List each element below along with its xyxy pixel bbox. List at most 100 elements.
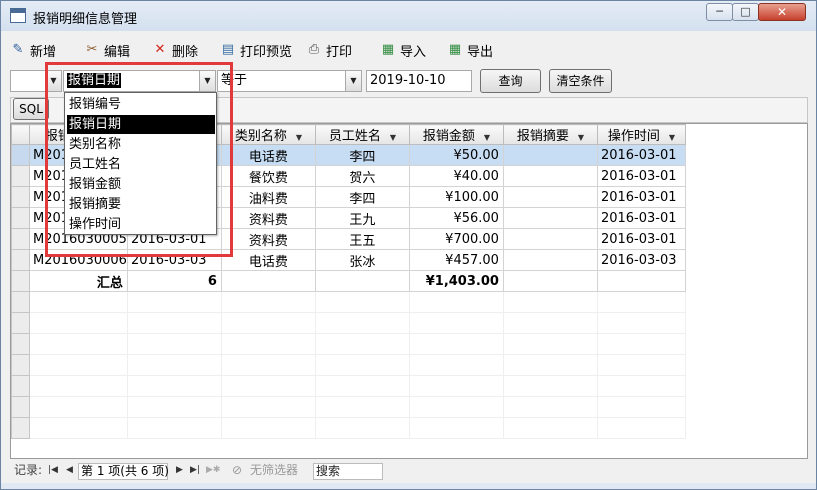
table-cell[interactable] xyxy=(502,165,598,187)
toolbar-button-add[interactable]: ✎ 新增 xyxy=(10,39,68,61)
empty-cell xyxy=(314,354,410,376)
table-cell[interactable]: 2016-03-01 xyxy=(596,207,686,229)
toolbar-button-print-preview[interactable]: ▤ 打印预览 xyxy=(220,39,300,61)
table-cell[interactable] xyxy=(502,207,598,229)
table-cell[interactable] xyxy=(502,186,598,208)
table-cell[interactable]: ¥700.00 xyxy=(408,228,504,250)
table-cell[interactable]: 王九 xyxy=(314,207,410,229)
sort-filter-arrow-icon[interactable]: ▼ xyxy=(578,133,584,142)
table-cell[interactable]: 李四 xyxy=(314,144,410,166)
table-cell[interactable]: 资料费 xyxy=(220,228,316,250)
date-value-input[interactable]: 2019-10-10 xyxy=(366,70,472,92)
empty-cell xyxy=(596,417,686,439)
table-cell[interactable] xyxy=(502,144,598,166)
table-cell[interactable]: ¥100.00 xyxy=(408,186,504,208)
previous-record-icon[interactable]: ◀ xyxy=(66,463,73,480)
toolbar-button-delete[interactable]: ✕ 删除 xyxy=(152,39,214,61)
table-cell[interactable]: 电话费 xyxy=(220,249,316,271)
column-header[interactable]: 员工姓名 ▼ xyxy=(314,124,410,145)
empty-cell xyxy=(596,354,686,376)
select-all-corner[interactable] xyxy=(11,124,30,145)
empty-cell xyxy=(408,417,504,439)
operator-combo[interactable]: 等于 ▼ xyxy=(217,70,362,92)
toolbar-button-export[interactable]: ▦ 导出 xyxy=(447,39,507,61)
row-selector[interactable] xyxy=(11,165,30,187)
minimize-button[interactable]: ─ xyxy=(706,3,733,21)
next-record-icon[interactable]: ▶ xyxy=(176,463,183,480)
sort-filter-arrow-icon[interactable]: ▼ xyxy=(296,133,302,142)
table-cell[interactable] xyxy=(502,228,598,250)
column-header-label: 员工姓名 xyxy=(328,129,381,144)
close-button[interactable]: ✕ xyxy=(758,3,806,21)
toolbar-button-import[interactable]: ▦ 导入 xyxy=(380,39,440,61)
table-cell xyxy=(314,270,410,292)
toolbar-button-print[interactable]: ⎙ 打印 xyxy=(306,39,368,61)
query-button[interactable]: 查询 xyxy=(480,69,541,93)
highlight-annotation-box xyxy=(45,62,233,257)
empty-cell xyxy=(502,333,598,355)
clear-conditions-button[interactable]: 清空条件 xyxy=(549,69,612,93)
table-cell[interactable]: 2016-03-01 xyxy=(596,165,686,187)
table-cell[interactable]: 2016-03-01 xyxy=(596,186,686,208)
column-header[interactable]: 操作时间 ▼ xyxy=(596,124,686,145)
empty-cell xyxy=(29,312,128,334)
sort-filter-arrow-icon[interactable]: ▼ xyxy=(669,133,675,142)
maximize-button[interactable]: □ xyxy=(732,3,759,21)
empty-cell xyxy=(502,375,598,397)
table-cell[interactable]: 电话费 xyxy=(220,144,316,166)
empty-row xyxy=(11,417,686,439)
empty-cell xyxy=(11,312,30,334)
record-position-field[interactable]: 第 1 项(共 6 项) xyxy=(78,463,169,480)
table-cell[interactable]: 李四 xyxy=(314,186,410,208)
toolbar-button-edit[interactable]: ✂ 编辑 xyxy=(84,39,146,61)
totals-amount: ¥1,403.00 xyxy=(408,270,504,292)
empty-cell xyxy=(220,291,316,313)
chevron-down-icon[interactable]: ▼ xyxy=(345,71,361,91)
row-selector[interactable] xyxy=(11,207,30,229)
empty-cell xyxy=(126,417,222,439)
record-label: 记录: xyxy=(14,463,43,477)
table-cell[interactable]: 贺六 xyxy=(314,165,410,187)
sort-filter-arrow-icon[interactable]: ▼ xyxy=(484,133,490,142)
table-cell[interactable]: 王五 xyxy=(314,228,410,250)
table-cell[interactable]: 2016-03-03 xyxy=(596,249,686,271)
row-selector[interactable] xyxy=(11,186,30,208)
table-cell[interactable]: 油料费 xyxy=(220,186,316,208)
toolbar: ✎ 新增 ✂ 编辑 ✕ 删除 ▤ 打印预览 ⎙ 打印 ▦ 导入 ▦ 导出 xyxy=(10,35,808,63)
column-header[interactable]: 报销金额 ▼ xyxy=(408,124,504,145)
totals-label: 汇总 xyxy=(29,270,128,292)
empty-cell xyxy=(314,291,410,313)
empty-cell xyxy=(29,354,128,376)
title-bar: 报销明细信息管理 ─ □ ✕ xyxy=(1,1,816,31)
table-cell[interactable]: 2016-03-01 xyxy=(596,144,686,166)
empty-cell xyxy=(314,375,410,397)
table-cell[interactable]: ¥50.00 xyxy=(408,144,504,166)
row-selector[interactable] xyxy=(11,144,30,166)
empty-row xyxy=(11,375,686,397)
row-selector[interactable] xyxy=(11,249,30,271)
search-box[interactable]: 搜索 xyxy=(313,463,383,480)
edit-icon: ✂ xyxy=(86,42,98,57)
table-cell[interactable]: ¥457.00 xyxy=(408,249,504,271)
table-cell[interactable]: ¥40.00 xyxy=(408,165,504,187)
sql-button[interactable]: SQL xyxy=(13,98,49,120)
no-filter-label[interactable]: 无筛选器 xyxy=(250,463,298,480)
table-cell[interactable]: 餐饮费 xyxy=(220,165,316,187)
import-icon: ▦ xyxy=(381,42,395,57)
table-cell[interactable]: 张冰 xyxy=(314,249,410,271)
last-record-icon[interactable]: ▶| xyxy=(190,463,200,480)
empty-cell xyxy=(220,354,316,376)
column-header[interactable]: 类别名称 ▼ xyxy=(220,124,316,145)
table-cell[interactable]: 2016-03-01 xyxy=(596,228,686,250)
table-cell[interactable]: ¥56.00 xyxy=(408,207,504,229)
column-header[interactable]: 报销摘要 ▼ xyxy=(502,124,598,145)
row-selector[interactable] xyxy=(11,228,30,250)
new-record-icon[interactable]: ▶✱ xyxy=(206,463,220,480)
table-cell[interactable] xyxy=(502,249,598,271)
add-icon: ✎ xyxy=(12,42,24,57)
table-cell[interactable]: 资料费 xyxy=(220,207,316,229)
first-record-icon[interactable]: |◀ xyxy=(48,463,58,480)
sort-filter-arrow-icon[interactable]: ▼ xyxy=(390,133,396,142)
toolbar-button-label: 打印 xyxy=(326,44,353,60)
filter-icon[interactable]: ⊘ xyxy=(232,463,242,480)
